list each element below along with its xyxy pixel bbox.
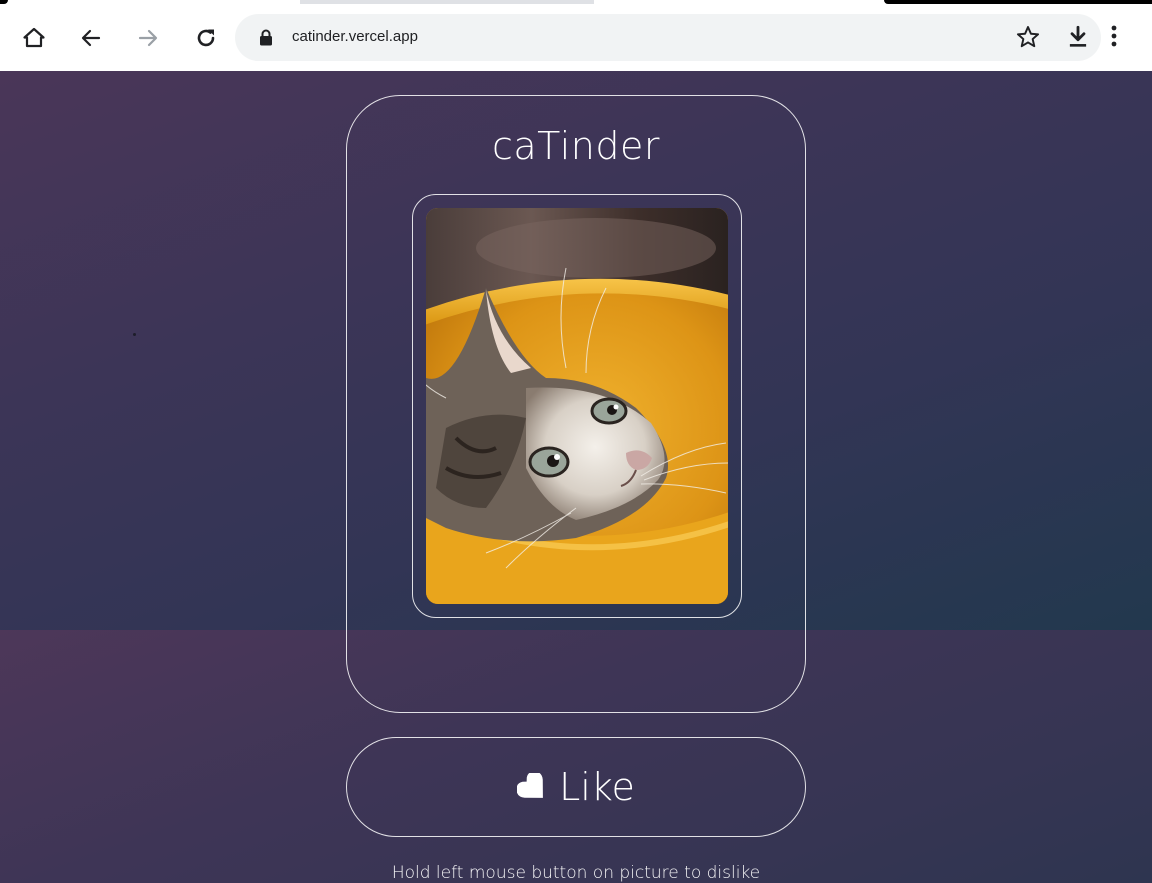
lock-icon xyxy=(260,29,272,46)
browser-menu-button[interactable] xyxy=(1110,24,1118,52)
reload-button[interactable] xyxy=(188,20,224,56)
url-text[interactable]: catinder.vercel.app xyxy=(292,28,418,45)
forward-button[interactable] xyxy=(130,20,166,56)
cat-photo[interactable] xyxy=(426,208,728,604)
reload-icon xyxy=(197,29,215,47)
back-arrow-icon xyxy=(81,29,101,47)
page-viewport: caTinder Like Hold left mouse button on … xyxy=(0,71,1152,883)
like-label: Like xyxy=(559,765,635,809)
cat-image xyxy=(426,208,728,604)
photo-frame xyxy=(412,194,742,618)
browser-toolbar: catinder.vercel.app xyxy=(0,4,1152,71)
dislike-hint: Hold left mouse button on picture to dis… xyxy=(391,863,761,883)
forward-arrow-icon xyxy=(138,29,158,47)
address-bar[interactable]: catinder.vercel.app xyxy=(235,14,1101,61)
back-button[interactable] xyxy=(73,20,109,56)
cat-card: caTinder xyxy=(346,95,806,713)
more-vert-icon xyxy=(1111,25,1117,47)
home-button[interactable] xyxy=(16,20,52,56)
app-title: caTinder xyxy=(492,124,660,168)
like-button[interactable]: Like xyxy=(346,737,806,837)
home-icon xyxy=(23,27,45,48)
background-speck xyxy=(133,333,136,336)
download-icon[interactable] xyxy=(1065,24,1091,50)
heart-icon xyxy=(517,773,544,798)
star-icon[interactable] xyxy=(1015,24,1041,50)
